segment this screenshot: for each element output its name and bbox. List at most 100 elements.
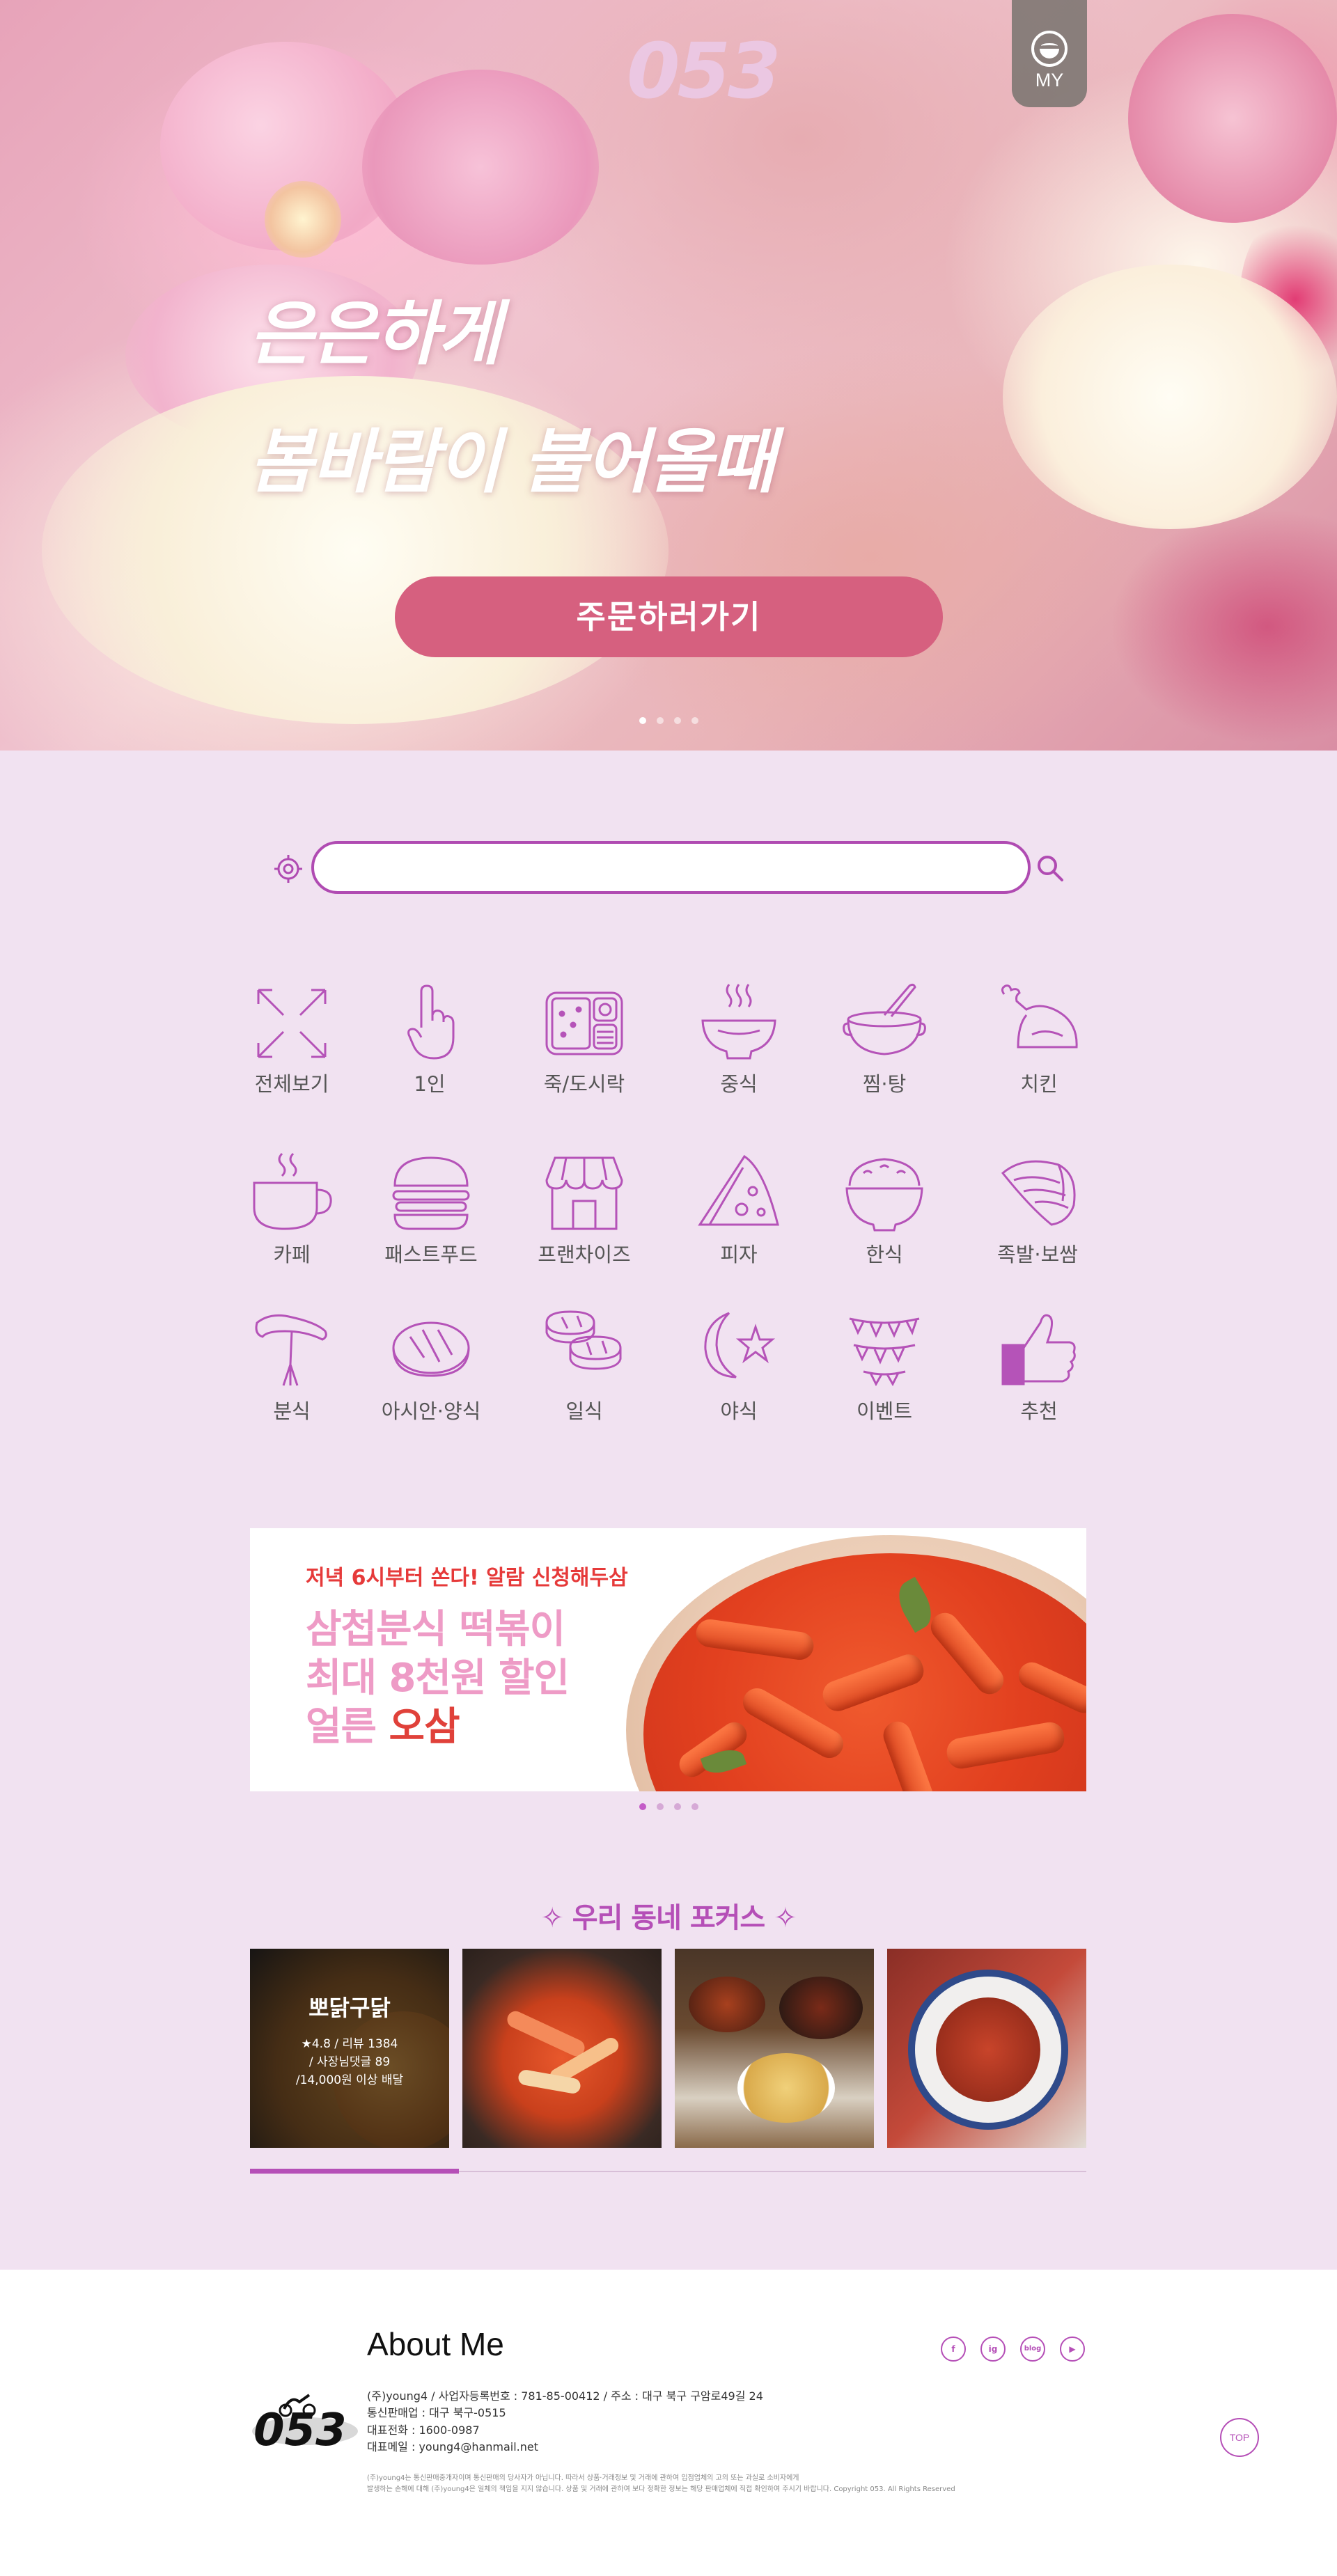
category-japanese[interactable]: 일식 — [515, 1309, 654, 1448]
category-late-night[interactable]: 야식 — [669, 1309, 808, 1448]
category-jokbal-bossam[interactable]: 족발·보쌈 — [968, 1152, 1107, 1291]
category-label: 야식 — [720, 1399, 758, 1423]
sausage-icon — [255, 1314, 327, 1386]
category-label: 아시안·양식 — [381, 1399, 481, 1423]
category-chinese[interactable]: 중식 — [669, 982, 808, 1121]
finger-icon — [407, 984, 455, 1060]
category-label: 패스트푸드 — [384, 1243, 478, 1266]
category-korean[interactable]: 한식 — [815, 1152, 954, 1291]
category-label: 1인 — [414, 1072, 446, 1096]
focus-scroll-thumb[interactable] — [250, 2169, 459, 2174]
promo-banner[interactable]: 저녁 6시부터 쏜다! 알람 신청해두삼 삼첩분식 떡볶이 최대 8천원 할인 … — [250, 1528, 1086, 1791]
category-pizza[interactable]: 피자 — [669, 1152, 808, 1291]
youtube-icon[interactable]: ▶ — [1060, 2337, 1085, 2362]
banner-tagline: 저녁 6시부터 쏜다! 알람 신청해두삼 — [306, 1566, 628, 1590]
pot-icon — [843, 983, 926, 1055]
search-input[interactable] — [311, 841, 1031, 894]
bunting-icon — [849, 1317, 920, 1387]
smiley-face-icon — [1031, 31, 1068, 67]
instagram-icon[interactable]: ig — [980, 2337, 1006, 2362]
focus-card-overlay: 뽀닭구닭 ★4.8 / 리뷰 1384 / 사장님댓글 89 /14,000원 … — [250, 1949, 449, 2148]
category-porridge-lunchbox[interactable]: 죽/도시락 — [515, 982, 654, 1121]
category-label: 중식 — [720, 1072, 758, 1096]
facebook-icon[interactable]: f — [941, 2337, 966, 2362]
focus-card[interactable] — [887, 1949, 1086, 2148]
banner-headline-prefix: 얼른 — [306, 1704, 389, 1750]
banner-slide-dots — [639, 1803, 698, 1810]
category-label: 피자 — [720, 1243, 758, 1266]
category-label: 찜·탕 — [862, 1072, 907, 1096]
hero-slide-dot[interactable] — [691, 717, 698, 724]
category-label: 일식 — [565, 1399, 603, 1423]
focus-card[interactable]: 뽀닭구닭 ★4.8 / 리뷰 1384 / 사장님댓글 89 /14,000원 … — [250, 1949, 449, 2148]
chicken-icon — [1001, 984, 1078, 1049]
category-cafe[interactable]: 카페 — [222, 1152, 361, 1291]
svg-text:053: 053 — [253, 2405, 347, 2456]
footer-notice: (주)young4는 통신판매중개자이며 통신판매의 당사자가 아닙니다. 따라… — [367, 2474, 799, 2482]
sparkle-icon: ✧ — [774, 1902, 797, 1934]
hero-slide-dot[interactable] — [674, 717, 681, 724]
store-rating: ★4.8 / 리뷰 1384 — [301, 2037, 398, 2051]
site-logo[interactable]: 053 — [627, 26, 781, 116]
category-label: 족발·보쌈 — [997, 1243, 1078, 1266]
category-asian-western[interactable]: 아시안·양식 — [361, 1309, 501, 1448]
focus-card[interactable] — [462, 1949, 662, 2148]
hero-headline-line2: 봄바람이 불어올때 — [249, 421, 775, 503]
category-chicken[interactable]: 치킨 — [969, 982, 1109, 1121]
category-label: 죽/도시락 — [543, 1072, 625, 1096]
order-now-button[interactable]: 주문하러가기 — [395, 576, 943, 657]
footer-notice: 발생하는 손해에 대해 (주)young4은 일체의 책임을 지지 않습니다. … — [367, 2485, 955, 2493]
category-single[interactable]: 1인 — [360, 982, 499, 1121]
store-min-order: /14,000원 이상 배달 — [295, 2073, 404, 2087]
category-label: 전체보기 — [254, 1072, 329, 1096]
category-event[interactable]: 이벤트 — [815, 1309, 954, 1448]
location-target-icon[interactable] — [273, 854, 304, 884]
banner-headline-accent: 오삼 — [389, 1704, 460, 1750]
focus-title-text: 우리 동네 포커스 — [572, 1902, 765, 1934]
banner-slide-dot[interactable] — [639, 1803, 646, 1810]
category-label: 분식 — [273, 1399, 311, 1423]
blog-icon[interactable]: blog — [1020, 2337, 1045, 2362]
hero-slide-dot[interactable] — [639, 717, 646, 724]
footer-email: 대표메일 : young4@hanmail.net — [367, 2440, 539, 2453]
category-label: 추천 — [1020, 1399, 1058, 1423]
steak-icon — [392, 1321, 470, 1377]
search-bar — [270, 840, 1065, 895]
footer-title: About Me — [367, 2326, 504, 2362]
expand-icon — [257, 989, 327, 1058]
category-label: 이벤트 — [856, 1399, 913, 1423]
hero-banner: 053 MY 은은하게 봄바람이 불어올때 주문하러가기 — [0, 0, 1337, 751]
category-franchise[interactable]: 프랜차이즈 — [515, 1152, 654, 1291]
category-fastfood[interactable]: 패스트푸드 — [361, 1152, 501, 1291]
my-label: MY — [1035, 70, 1064, 91]
banner-headline: 최대 8천원 할인 — [306, 1656, 570, 1701]
hero-slide-dot[interactable] — [657, 717, 664, 724]
hero-headline-line1: 은은하게 — [249, 293, 501, 375]
banner-slide-dot[interactable] — [674, 1803, 681, 1810]
footer-telecom-info: 통신판매업 : 대구 북구-0515 — [367, 2406, 506, 2419]
category-label: 카페 — [273, 1243, 311, 1266]
store-icon — [545, 1156, 623, 1230]
lunchbox-icon — [545, 991, 623, 1055]
noodle-bowl-icon — [701, 984, 776, 1060]
category-label: 프랜차이즈 — [538, 1243, 631, 1266]
burger-icon — [392, 1156, 470, 1230]
sushi-icon — [545, 1310, 622, 1370]
footer-logo[interactable]: 053 — [249, 2381, 361, 2458]
store-replies: / 사장님댓글 89 — [308, 2055, 391, 2069]
search-icon[interactable] — [1034, 852, 1066, 884]
category-recommended[interactable]: 추천 — [969, 1309, 1109, 1448]
category-all[interactable]: 전체보기 — [222, 982, 361, 1121]
scroll-top-button[interactable]: TOP — [1220, 2418, 1259, 2457]
pork-icon — [1001, 1160, 1076, 1226]
banner-slide-dot[interactable] — [691, 1803, 698, 1810]
sparkle-icon: ✧ — [540, 1902, 564, 1934]
my-page-button[interactable]: MY — [1012, 0, 1087, 107]
focus-card[interactable] — [675, 1949, 874, 2148]
category-snack[interactable]: 분식 — [222, 1309, 361, 1448]
category-stew[interactable]: 찜·탕 — [815, 982, 954, 1121]
category-label: 한식 — [866, 1243, 903, 1266]
focus-section-title: ✧ 우리 동네 포커스 ✧ — [0, 1895, 1337, 1935]
coffee-cup-icon — [253, 1152, 332, 1230]
banner-slide-dot[interactable] — [657, 1803, 664, 1810]
